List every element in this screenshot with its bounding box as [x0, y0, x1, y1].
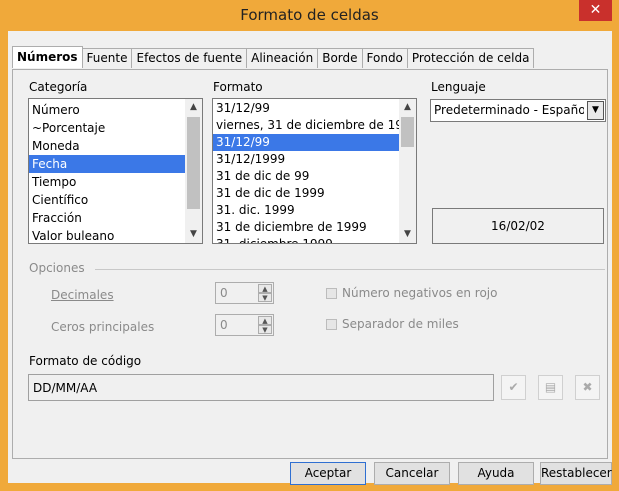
- list-item[interactable]: 31/12/99: [213, 100, 416, 117]
- list-item-selected[interactable]: Fecha: [29, 155, 202, 173]
- list-item[interactable]: 31/12/1999: [213, 151, 416, 168]
- language-value: Predeterminado - Español (: [434, 103, 584, 117]
- checkmark-icon[interactable]: ✔: [501, 375, 526, 400]
- language-select[interactable]: Predeterminado - Español ( ▼: [430, 99, 606, 122]
- tab-bar: Números Fuente Efectos de fuente Alineac…: [12, 46, 535, 69]
- cancel-button[interactable]: Cancelar: [374, 462, 450, 485]
- list-item[interactable]: 31. dic. 1999: [213, 202, 416, 219]
- category-label: Categoría: [29, 80, 88, 94]
- stepper-down-icon[interactable]: ▼: [258, 325, 272, 334]
- format-list[interactable]: 31/12/99 viernes, 31 de diciembre de 199…: [212, 98, 417, 244]
- stepper-up-icon[interactable]: ▲: [258, 284, 272, 293]
- list-item[interactable]: Moneda: [29, 137, 202, 155]
- format-scrollbar[interactable]: ▲ ▼: [399, 99, 416, 243]
- close-button[interactable]: ✕: [579, 0, 612, 21]
- language-label: Lenguaje: [431, 80, 486, 94]
- list-item[interactable]: 31. diciembre 1999: [213, 236, 416, 243]
- tab-alineacion[interactable]: Alineación: [246, 48, 319, 68]
- scroll-thumb[interactable]: [401, 117, 414, 147]
- format-code-label: Formato de código: [29, 354, 142, 368]
- tab-efectos-de-fuente[interactable]: Efectos de fuente: [131, 48, 248, 68]
- format-label: Formato: [213, 80, 263, 94]
- leading-zeros-label: Ceros principales: [51, 320, 155, 334]
- scroll-thumb[interactable]: [187, 117, 200, 209]
- tab-numeros[interactable]: Números: [12, 46, 83, 68]
- format-preview: 16/02/02: [432, 208, 604, 244]
- scroll-up-icon[interactable]: ▲: [399, 99, 416, 116]
- dialog-title: Formato de celdas: [240, 6, 379, 24]
- scroll-up-icon[interactable]: ▲: [185, 99, 202, 116]
- comment-icon[interactable]: ▤: [538, 375, 563, 400]
- list-item[interactable]: Valor buleano: [29, 227, 202, 243]
- thousands-separator-label: Separador de miles: [342, 317, 459, 331]
- list-item[interactable]: 31 de dic de 99: [213, 168, 416, 185]
- decimals-value: 0: [220, 286, 228, 300]
- stepper-up-icon[interactable]: ▲: [258, 316, 272, 325]
- negative-red-label: Número negativos en rojo: [342, 286, 498, 300]
- format-code-value: DD/MM/AA: [33, 381, 98, 395]
- scroll-down-icon[interactable]: ▼: [185, 226, 202, 243]
- leading-zeros-value: 0: [220, 318, 228, 332]
- help-button[interactable]: Ayuda: [458, 462, 534, 485]
- scroll-down-icon[interactable]: ▼: [399, 226, 416, 243]
- list-item[interactable]: Número: [29, 101, 202, 119]
- list-item[interactable]: Tiempo: [29, 173, 202, 191]
- list-item[interactable]: ~Porcentaje: [29, 119, 202, 137]
- tab-fondo[interactable]: Fondo: [361, 48, 408, 68]
- options-divider: [95, 269, 605, 270]
- numbers-panel: Categoría Número ~Porcentaje Moneda Fech…: [12, 69, 608, 459]
- tab-proteccion-de-celda[interactable]: Protección de celda: [406, 48, 535, 68]
- list-item-selected[interactable]: 31/12/99: [213, 134, 416, 151]
- decimals-stepper[interactable]: 0 ▲ ▼: [215, 282, 274, 304]
- ok-button[interactable]: Aceptar: [290, 462, 366, 485]
- thousands-separator-checkbox[interactable]: [326, 319, 337, 330]
- list-item[interactable]: 31 de dic de 1999: [213, 185, 416, 202]
- list-item[interactable]: Científico: [29, 191, 202, 209]
- category-scrollbar[interactable]: ▲ ▼: [185, 99, 202, 243]
- format-cells-dialog: Formato de celdas ✕ Números Fuente Efect…: [0, 0, 619, 491]
- category-list[interactable]: Número ~Porcentaje Moneda Fecha Tiempo C…: [28, 98, 203, 244]
- chevron-down-icon[interactable]: ▼: [587, 101, 604, 120]
- list-item[interactable]: viernes, 31 de diciembre de 1999: [213, 117, 416, 134]
- tab-borde[interactable]: Borde: [317, 48, 363, 68]
- title-bar: Formato de celdas ✕: [0, 0, 619, 30]
- negative-red-checkbox[interactable]: [326, 288, 337, 299]
- reset-button[interactable]: Restablecer: [540, 462, 612, 485]
- decimals-label: Decimales: [51, 288, 114, 302]
- tab-fuente[interactable]: Fuente: [81, 48, 133, 68]
- stepper-down-icon[interactable]: ▼: [258, 293, 272, 302]
- list-item[interactable]: Fracción: [29, 209, 202, 227]
- options-label: Opciones: [29, 261, 85, 275]
- list-item[interactable]: 31 de diciembre de 1999: [213, 219, 416, 236]
- dialog-body: Números Fuente Efectos de fuente Alineac…: [8, 31, 612, 485]
- delete-icon[interactable]: ✖: [575, 375, 600, 400]
- leading-zeros-stepper[interactable]: 0 ▲ ▼: [215, 314, 274, 336]
- format-code-input[interactable]: DD/MM/AA: [28, 374, 494, 401]
